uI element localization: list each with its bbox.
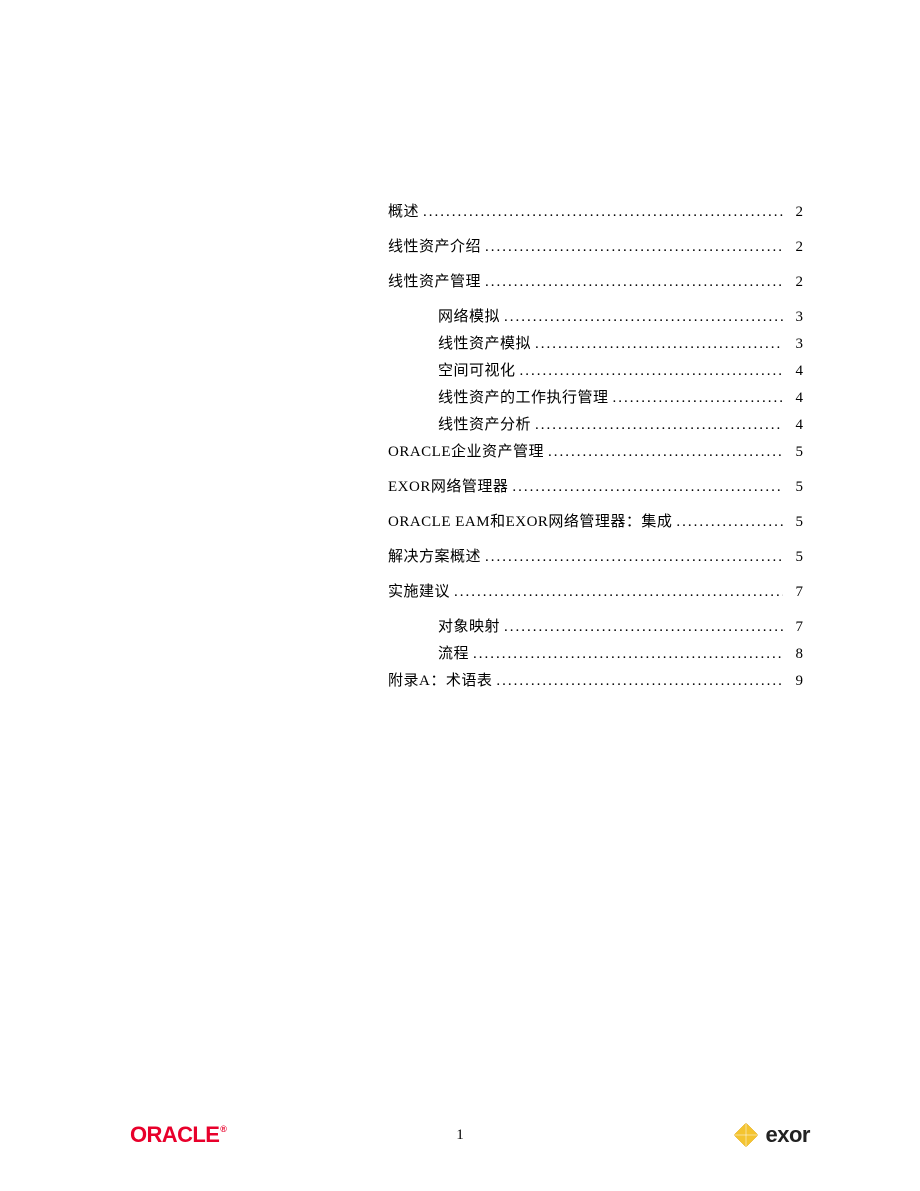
toc-label: 实施建议 bbox=[388, 580, 450, 601]
toc-label: 线性资产模拟 bbox=[438, 332, 531, 353]
toc-entry: ORACLE EAM和EXOR网络管理器：集成 5 bbox=[388, 510, 803, 531]
toc-leader-dots bbox=[535, 417, 783, 434]
toc-leader-dots bbox=[613, 390, 783, 407]
toc-leader-dots bbox=[423, 204, 783, 221]
toc-leader-dots bbox=[485, 274, 783, 291]
toc-label: 线性资产分析 bbox=[438, 413, 531, 434]
toc-page-number: 8 bbox=[787, 646, 803, 663]
toc-label: 对象映射 bbox=[438, 615, 500, 636]
toc-entry: 线性资产分析 4 bbox=[438, 413, 803, 434]
toc-label: 线性资产管理 bbox=[388, 270, 481, 291]
toc-page-number: 5 bbox=[787, 514, 803, 531]
toc-entry: 附录A：术语表 9 bbox=[388, 669, 803, 690]
toc-label: 概述 bbox=[388, 200, 419, 221]
toc-entry: 线性资产管理 2 bbox=[388, 270, 803, 291]
toc-leader-dots bbox=[676, 514, 783, 531]
page-number: 1 bbox=[456, 1127, 464, 1144]
toc-page-number: 3 bbox=[787, 336, 803, 353]
toc-label: 附录A：术语表 bbox=[388, 669, 492, 690]
toc-entry: ORACLE企业资产管理 5 bbox=[388, 440, 803, 461]
toc-leader-dots bbox=[473, 646, 783, 663]
toc-entry: 线性资产模拟 3 bbox=[438, 332, 803, 353]
toc-leader-dots bbox=[535, 336, 783, 353]
toc-leader-dots bbox=[485, 549, 783, 566]
toc-entry: 解决方案概述 5 bbox=[388, 545, 803, 566]
diamond-icon bbox=[732, 1121, 760, 1149]
table-of-contents: 概述2线性资产介绍2线性资产管理2网络模拟3线性资产模拟3空间可视化4线性资产的… bbox=[388, 196, 803, 704]
toc-entry: 空间可视化 4 bbox=[438, 359, 803, 380]
toc-label: 线性资产的工作执行管理 bbox=[438, 386, 609, 407]
registered-trademark-icon: ® bbox=[220, 1124, 226, 1134]
toc-label: 线性资产介绍 bbox=[388, 235, 481, 256]
oracle-logo-text: ORACLE bbox=[130, 1122, 219, 1148]
toc-entry: 流程 8 bbox=[438, 642, 803, 663]
toc-leader-dots bbox=[454, 584, 783, 601]
toc-entry: 线性资产介绍 2 bbox=[388, 235, 803, 256]
toc-leader-dots bbox=[520, 363, 783, 380]
toc-leader-dots bbox=[512, 479, 783, 496]
toc-page-number: 7 bbox=[787, 584, 803, 601]
toc-entry: 实施建议 7 bbox=[388, 580, 803, 601]
toc-entry: 对象映射 7 bbox=[438, 615, 803, 636]
toc-leader-dots bbox=[485, 239, 783, 256]
toc-page-number: 4 bbox=[787, 390, 803, 407]
page-footer: ORACLE ® 1 exor bbox=[0, 1121, 920, 1149]
toc-leader-dots bbox=[504, 309, 783, 326]
toc-page-number: 5 bbox=[787, 549, 803, 566]
toc-leader-dots bbox=[548, 444, 783, 461]
toc-page-number: 7 bbox=[787, 619, 803, 636]
toc-page-number: 2 bbox=[787, 239, 803, 256]
toc-page-number: 2 bbox=[787, 274, 803, 291]
toc-entry: 概述 2 bbox=[388, 200, 803, 221]
toc-label: 解决方案概述 bbox=[388, 545, 481, 566]
toc-page-number: 5 bbox=[787, 479, 803, 496]
toc-entry: 线性资产的工作执行管理 4 bbox=[438, 386, 803, 407]
toc-label: ORACLE企业资产管理 bbox=[388, 440, 544, 461]
toc-entry: EXOR网络管理器 5 bbox=[388, 475, 803, 496]
oracle-logo: ORACLE ® bbox=[130, 1122, 226, 1148]
toc-page-number: 4 bbox=[787, 417, 803, 434]
toc-leader-dots bbox=[496, 673, 783, 690]
toc-label: 网络模拟 bbox=[438, 305, 500, 326]
toc-label: EXOR网络管理器 bbox=[388, 475, 508, 496]
toc-entry: 网络模拟 3 bbox=[438, 305, 803, 326]
toc-page-number: 4 bbox=[787, 363, 803, 380]
exor-logo: exor bbox=[732, 1121, 810, 1149]
toc-page-number: 5 bbox=[787, 444, 803, 461]
toc-label: ORACLE EAM和EXOR网络管理器：集成 bbox=[388, 510, 672, 531]
toc-page-number: 9 bbox=[787, 673, 803, 690]
toc-page-number: 3 bbox=[787, 309, 803, 326]
toc-label: 流程 bbox=[438, 642, 469, 663]
toc-label: 空间可视化 bbox=[438, 359, 516, 380]
toc-page-number: 2 bbox=[787, 204, 803, 221]
exor-logo-text: exor bbox=[766, 1122, 810, 1148]
toc-leader-dots bbox=[504, 619, 783, 636]
